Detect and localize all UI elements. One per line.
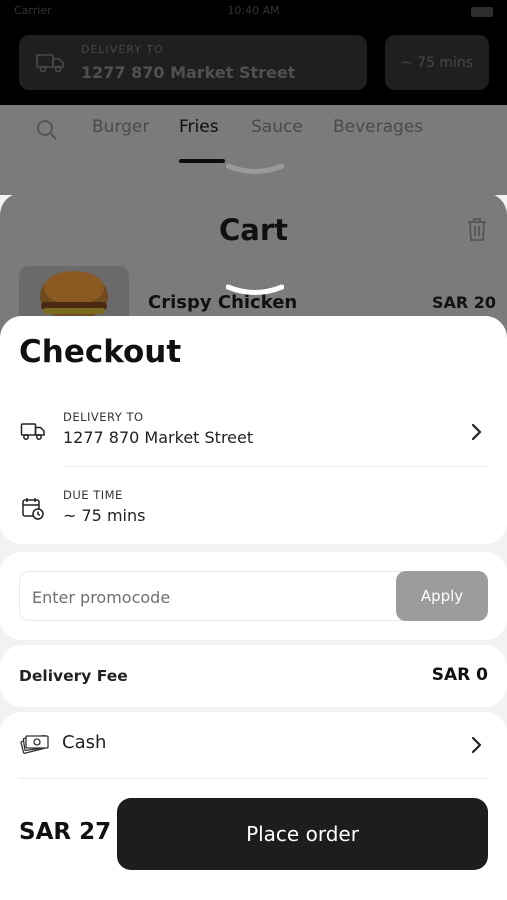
payment-method-row[interactable]: Cash (0, 712, 507, 778)
cart-title: Cart (218, 213, 289, 247)
battery-icon (471, 7, 493, 17)
row-divider (63, 466, 488, 467)
checkout-details-card: Checkout DELIVERY TO 1277 870 Market Str… (0, 316, 507, 544)
collapse-handle-icon[interactable] (226, 163, 284, 179)
calendar-clock-icon (22, 498, 44, 520)
truck-icon (36, 54, 64, 73)
category-tab-fries[interactable]: Fries (179, 117, 219, 137)
status-bar: Carrier 10:40 AM (0, 4, 507, 20)
place-order-button[interactable]: Place order (117, 798, 488, 870)
delivery-label: DELIVERY TO (63, 410, 144, 424)
delivery-fee-card: Delivery Fee SAR 0 (0, 645, 507, 707)
checkout-title: Checkout (19, 334, 182, 370)
delivery-fee-label: Delivery Fee (19, 667, 128, 685)
delivery-address-row[interactable]: DELIVERY TO 1277 870 Market Street (0, 404, 507, 466)
category-tab-beverages[interactable]: Beverages (333, 117, 423, 137)
status-time: 10:40 AM (227, 4, 280, 17)
app-header: Carrier 10:40 AM DELIVERY TO 1277 870 Ma… (0, 0, 507, 105)
category-tab-burger[interactable]: Burger (92, 117, 149, 137)
payment-divider (19, 778, 488, 779)
trash-icon[interactable] (466, 216, 488, 242)
apply-button[interactable]: Apply (396, 571, 488, 621)
order-total: SAR 27 (19, 819, 112, 845)
promo-field: Apply (19, 571, 488, 621)
promocode-input[interactable] (32, 584, 382, 610)
collapse-handle-icon[interactable] (226, 284, 284, 300)
header-delivery-selector[interactable]: DELIVERY TO 1277 870 Market Street (19, 35, 367, 90)
category-bar: Burger Fries Sauce Beverages (0, 105, 507, 195)
cart-item-price: SAR 20 (432, 293, 497, 312)
header-delivery-address: 1277 870 Market Street (81, 63, 296, 82)
due-time-label: DUE TIME (63, 488, 123, 502)
truck-icon (20, 423, 45, 440)
chevron-right-icon (471, 736, 482, 754)
payment-card: Cash SAR 27 Place order (0, 712, 507, 900)
category-tab-sauce[interactable]: Sauce (251, 117, 303, 137)
chevron-right-icon (471, 423, 482, 441)
checkout-sheet: Checkout DELIVERY TO 1277 870 Market Str… (0, 316, 507, 900)
delivery-fee-value: SAR 0 (431, 665, 488, 685)
due-time-row: DUE TIME ~ 75 mins (0, 482, 507, 544)
delivery-address: 1277 870 Market Street (63, 428, 254, 447)
header-eta[interactable]: ~ 75 mins (385, 35, 489, 90)
header-delivery-label: DELIVERY TO (81, 43, 164, 56)
active-tab-indicator (179, 159, 225, 163)
cash-icon (20, 735, 49, 754)
promo-card: Apply (0, 552, 507, 640)
search-icon[interactable] (36, 119, 58, 141)
due-time-value: ~ 75 mins (63, 506, 146, 525)
payment-method-label: Cash (62, 732, 107, 753)
